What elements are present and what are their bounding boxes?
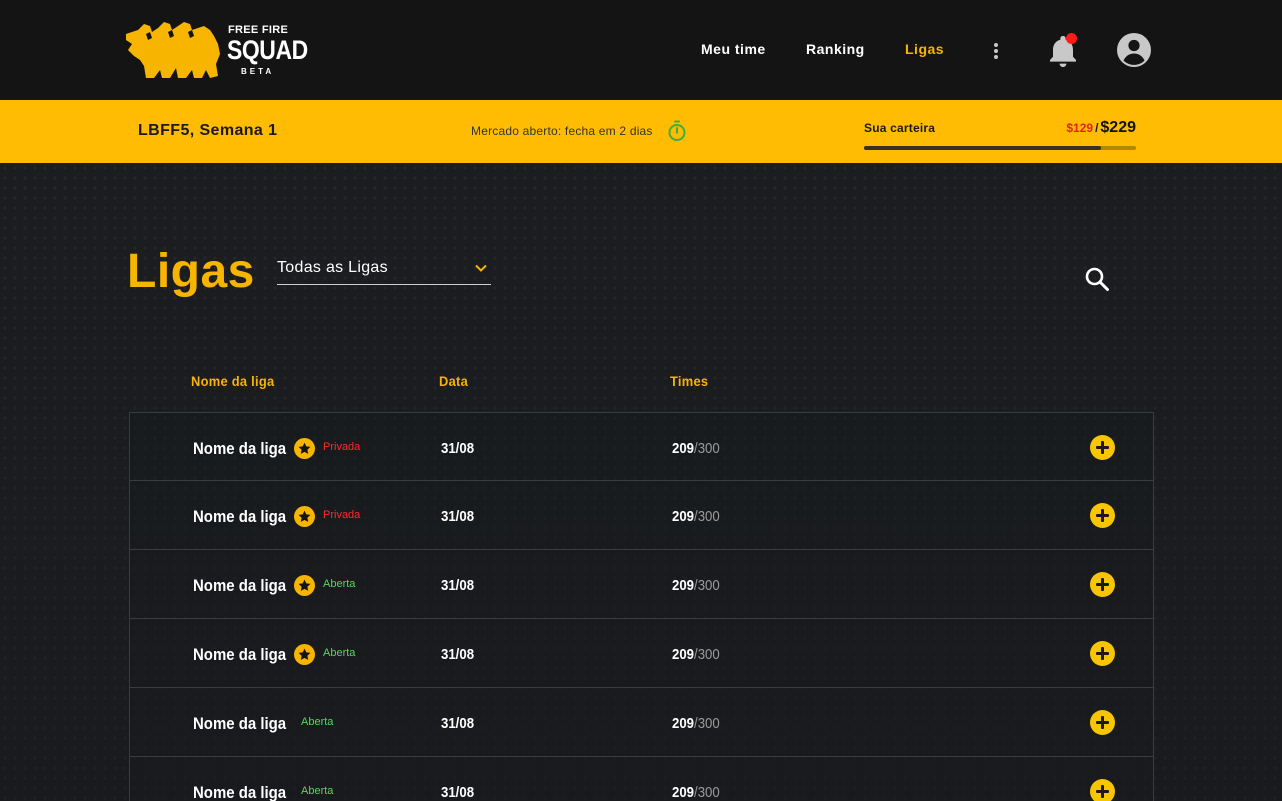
user-menu-button[interactable] [1116, 32, 1152, 68]
league-row[interactable]: Nome da liga Privada 31/08 209/300 [129, 481, 1154, 550]
page-title: Ligas [127, 245, 255, 298]
chevron-down-icon [475, 264, 487, 272]
market-status: Mercado aberto: fecha em 2 dias [471, 124, 653, 138]
league-name[interactable]: Nome da liga [193, 576, 286, 596]
league-filter-value: Todas as Ligas [277, 259, 388, 276]
wallet-progress-bar [864, 146, 1136, 150]
join-league-plus-icon[interactable] [1090, 710, 1115, 735]
featured-star [294, 644, 315, 665]
league-date: 31/08 [441, 646, 475, 663]
teams-max: /300 [694, 440, 720, 457]
featured-star [294, 575, 315, 596]
league-teams-count: 209/300 [672, 784, 720, 801]
season-label: LBFF5, Semana 1 [138, 122, 278, 139]
teams-current: 209 [672, 715, 695, 732]
league-name[interactable]: Nome da liga [193, 645, 286, 665]
top-bar: FREE FIRE SQUAD BETA Meu time Ranking Li… [0, 0, 1282, 100]
teams-max: /300 [694, 577, 720, 594]
teams-current: 209 [672, 784, 695, 801]
teams-current: 209 [672, 646, 695, 663]
more-vertical-icon[interactable] [989, 38, 1003, 64]
join-league-plus-icon[interactable] [1090, 503, 1115, 528]
join-league-plus-icon[interactable] [1090, 572, 1115, 597]
user-avatar-icon [1117, 33, 1151, 67]
squad-silhouette-icon [126, 22, 220, 78]
join-league-plus-icon[interactable] [1090, 641, 1115, 666]
league-status-badge: Privada [323, 509, 361, 521]
league-date: 31/08 [441, 784, 475, 801]
column-header-date[interactable]: Data [439, 373, 468, 389]
featured-star [294, 438, 315, 459]
league-name[interactable]: Nome da liga [193, 439, 286, 459]
join-league-plus-icon[interactable] [1090, 779, 1115, 801]
search-icon[interactable] [1084, 266, 1110, 292]
league-status-badge: Aberta [301, 785, 334, 797]
status-bar: LBFF5, Semana 1 Mercado aberto: fecha em… [0, 100, 1282, 163]
wallet-spent: $129 [1066, 121, 1094, 135]
star-icon [298, 510, 311, 522]
league-date: 31/08 [441, 577, 475, 594]
league-name[interactable]: Nome da liga [193, 783, 286, 801]
free-fire-squad-logo[interactable]: FREE FIRE SQUAD BETA [124, 20, 308, 82]
league-teams-count: 209/300 [672, 440, 720, 457]
teams-current: 209 [672, 577, 695, 594]
league-teams-count: 209/300 [672, 715, 720, 732]
wallet-total: $229 [1100, 119, 1136, 136]
league-row[interactable]: Nome da liga Aberta 31/08 209/300 [129, 619, 1154, 688]
league-name[interactable]: Nome da liga [193, 714, 286, 734]
teams-current: 209 [672, 440, 695, 457]
featured-star [294, 506, 315, 527]
league-status-badge: Privada [323, 441, 361, 453]
league-date: 31/08 [441, 715, 475, 732]
league-date: 31/08 [441, 440, 475, 457]
teams-max: /300 [694, 784, 720, 801]
logo-line-beta: BETA [241, 67, 275, 76]
teams-max: /300 [694, 646, 720, 663]
star-icon [298, 579, 311, 591]
league-row[interactable]: Nome da liga Aberta 31/08 209/300 [129, 550, 1154, 619]
league-name[interactable]: Nome da liga [193, 507, 286, 527]
league-date: 31/08 [441, 508, 475, 525]
logo-line-squad: SQUAD [227, 35, 308, 65]
teams-current: 209 [672, 508, 695, 525]
join-league-plus-icon[interactable] [1090, 435, 1115, 460]
notifications-button[interactable] [1046, 32, 1080, 68]
wallet-values: $129/$229 [1066, 119, 1136, 137]
column-header-name[interactable]: Nome da liga [191, 373, 274, 389]
league-status-badge: Aberta [323, 578, 356, 590]
league-teams-count: 209/300 [672, 508, 720, 525]
stopwatch-icon [668, 120, 686, 141]
league-row[interactable]: Nome da liga Privada 31/08 209/300 [129, 412, 1154, 481]
nav-ranking[interactable]: Ranking [806, 41, 865, 57]
teams-max: /300 [694, 508, 720, 525]
notification-dot [1066, 33, 1077, 44]
star-icon [298, 442, 311, 454]
league-teams-count: 209/300 [672, 577, 720, 594]
leagues-table: Nome da liga Privada 31/08 209/300 Nome da l… [129, 412, 1154, 801]
league-row[interactable]: Nome da liga Aberta 31/08 209/300 [129, 757, 1154, 801]
teams-max: /300 [694, 715, 720, 732]
league-teams-count: 209/300 [672, 646, 720, 663]
league-status-badge: Aberta [301, 716, 334, 728]
league-status-badge: Aberta [323, 647, 356, 659]
wallet-label: Sua carteira [864, 121, 936, 135]
league-row[interactable]: Nome da liga Aberta 31/08 209/300 [129, 688, 1154, 757]
wallet-progress-fill [864, 146, 1101, 150]
nav-ligas[interactable]: Ligas [905, 41, 944, 57]
column-header-teams[interactable]: Times [670, 373, 708, 389]
star-icon [298, 648, 311, 660]
wallet-separator: / [1095, 121, 1099, 135]
nav-meu-time[interactable]: Meu time [701, 41, 766, 57]
league-filter-select[interactable]: Todas as Ligas [277, 254, 491, 285]
